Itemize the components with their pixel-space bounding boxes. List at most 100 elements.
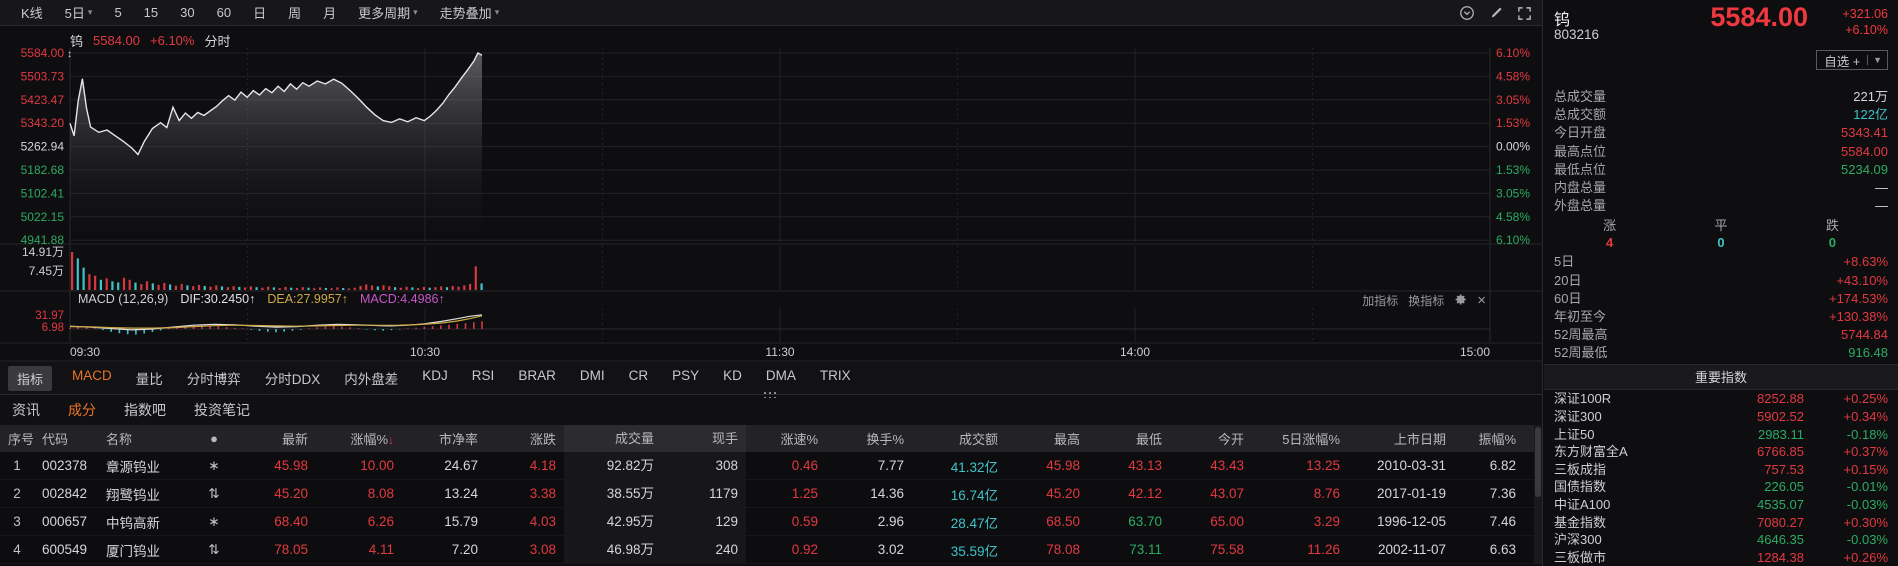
table-header-cell-●[interactable]: ●: [190, 431, 238, 446]
period-item-走势叠加[interactable]: 走势叠加▾: [429, 3, 511, 22]
index-row[interactable]: 深证100R8252.88+0.25%: [1544, 390, 1898, 408]
period-item-日[interactable]: 日: [242, 3, 277, 22]
stat-label: 内盘总量: [1554, 179, 1606, 197]
period-item-更多周期[interactable]: 更多周期▾: [347, 3, 429, 22]
table-cell: 4: [0, 542, 34, 557]
table-header-cell-序号[interactable]: 序号: [0, 429, 34, 448]
advance-decline-value: 0: [1665, 234, 1776, 251]
table-cell: 129: [662, 508, 746, 535]
table-row[interactable]: 4600549厦门钨业⇅78.054.117.203.0846.98万2400.…: [0, 536, 1542, 564]
period-item-5[interactable]: 5: [103, 5, 132, 20]
content-tab-资讯[interactable]: 资讯: [12, 400, 40, 420]
close-icon[interactable]: ×: [1477, 294, 1486, 307]
table-header-cell-涨幅%[interactable]: 涨幅%↓: [316, 429, 402, 448]
indicator-tab-量比[interactable]: 量比: [124, 368, 175, 388]
table-header-cell-最低[interactable]: 最低: [1088, 429, 1170, 448]
table-header-cell-5日涨幅%[interactable]: 5日涨幅%: [1252, 429, 1348, 448]
table-row[interactable]: 2002842翔鹭钨业⇅45.208.0813.243.3838.55万1179…: [0, 480, 1542, 508]
pen-icon[interactable]: [1489, 6, 1503, 20]
table-row[interactable]: 3000657中钨高新∗68.406.2615.794.0342.95万1290…: [0, 508, 1542, 536]
indicator-tab-DMA[interactable]: DMA: [754, 368, 808, 388]
table-header-cell-成交额[interactable]: 成交额: [912, 429, 1006, 448]
table-header-cell-振幅%[interactable]: 振幅%: [1454, 429, 1524, 448]
index-row[interactable]: 沪深3004646.35-0.03%: [1544, 531, 1898, 549]
table-header-cell-换手%[interactable]: 换手%: [826, 429, 912, 448]
indicator-tab-TRIX[interactable]: TRIX: [808, 368, 863, 388]
period-item-5日[interactable]: 5日▾: [54, 3, 104, 22]
index-row[interactable]: 深证3005902.52+0.34%: [1544, 408, 1898, 426]
drag-handle[interactable]: [763, 391, 779, 398]
stat-label: 最高点位: [1554, 143, 1606, 161]
table-header-cell-现手[interactable]: 现手: [662, 425, 746, 452]
macd-axis-label: 6.98: [42, 322, 64, 334]
index-row[interactable]: 三板做市1284.38+0.26%: [1544, 549, 1898, 566]
indicator-tab-分时博弈[interactable]: 分时博弈: [175, 368, 253, 388]
time-axis-label: 09:30: [70, 345, 100, 359]
table-header-cell-成交量[interactable]: 成交量: [564, 425, 662, 452]
table-header-cell-最高[interactable]: 最高: [1006, 429, 1088, 448]
table-header-cell-涨速%[interactable]: 涨速%: [746, 429, 826, 448]
switch-indicator-button[interactable]: 换指标: [1408, 292, 1444, 309]
index-change-pct: +0.37%: [1804, 443, 1888, 461]
indicator-tab-CR[interactable]: CR: [617, 368, 661, 388]
chevron-down-icon[interactable]: ▼: [1867, 55, 1887, 65]
range-row: 20日+43.10%: [1544, 272, 1898, 290]
pct-axis-label: 6.10%: [1496, 233, 1530, 247]
table-scrollbar[interactable]: [1534, 425, 1542, 564]
watchlist-add-button[interactable]: 自选 +▼: [1816, 50, 1888, 70]
period-item-周[interactable]: 周: [277, 3, 312, 22]
table-header-cell-市净率[interactable]: 市净率: [402, 429, 486, 448]
content-tab-成分[interactable]: 成分: [68, 400, 96, 420]
table-cell: ∗: [190, 514, 238, 530]
scrollbar-thumb[interactable]: [1535, 427, 1541, 497]
chart-canvas[interactable]: 5584.005503.735423.475343.205262.945182.…: [0, 26, 1543, 362]
indicator-tab-MACD[interactable]: MACD: [60, 368, 124, 388]
table-row[interactable]: 1002378章源钨业∗45.9810.0024.674.1892.82万308…: [0, 452, 1542, 480]
content-tab-指数吧[interactable]: 指数吧: [124, 400, 166, 420]
period-item-label: 5: [114, 5, 121, 20]
indicator-tab-RSI[interactable]: RSI: [460, 368, 507, 388]
indicator-tab-BRAR[interactable]: BRAR: [506, 368, 568, 388]
period-item-30[interactable]: 30: [169, 5, 205, 20]
index-row[interactable]: 中证A1004535.07-0.03%: [1544, 496, 1898, 514]
fullscreen-icon[interactable]: [1517, 6, 1532, 21]
range-label: 年初至今: [1554, 308, 1606, 326]
intraday-chart[interactable]: 5584.005503.735423.475343.205262.945182.…: [0, 26, 1542, 362]
volume-bar: [163, 283, 165, 290]
table-header-cell-名称[interactable]: 名称: [98, 429, 190, 448]
index-row[interactable]: 三板成指757.53+0.15%: [1544, 461, 1898, 479]
volume-bar: [250, 286, 252, 290]
period-item-60[interactable]: 60: [206, 5, 242, 20]
indicator-tab-内外盘差[interactable]: 内外盘差: [332, 368, 410, 388]
table-header-cell-代码[interactable]: 代码: [34, 429, 98, 448]
gear-icon[interactable]: [1454, 293, 1467, 309]
indicator-dropdown-icon[interactable]: [1459, 5, 1475, 21]
index-row[interactable]: 上证502983.11-0.18%: [1544, 426, 1898, 444]
table-cell: 78.08: [1006, 542, 1088, 557]
index-row[interactable]: 国债指数226.05-0.01%: [1544, 478, 1898, 496]
content-tab-投资笔记[interactable]: 投资笔记: [194, 400, 250, 420]
volume-bar: [400, 288, 402, 290]
indicator-tab-分时DDX[interactable]: 分时DDX: [253, 368, 333, 388]
indicator-tab-KDJ[interactable]: KDJ: [410, 368, 460, 388]
volume-bar: [457, 287, 459, 290]
index-row[interactable]: 东方财富全A6766.85+0.37%: [1544, 443, 1898, 461]
period-item-月[interactable]: 月: [312, 3, 347, 22]
indicator-tab-PSY[interactable]: PSY: [660, 368, 711, 388]
table-header-cell-涨跌[interactable]: 涨跌: [486, 429, 564, 448]
range-row: 52周最高5744.84: [1544, 326, 1898, 344]
table-header-cell-今开[interactable]: 今开: [1170, 429, 1252, 448]
period-item-K线[interactable]: K线: [10, 3, 54, 22]
volume-bar: [429, 288, 431, 290]
stat-value: —: [1875, 179, 1888, 197]
period-item-15[interactable]: 15: [133, 5, 169, 20]
indicator-tab-DMI[interactable]: DMI: [568, 368, 617, 388]
table-header-cell-上市日期[interactable]: 上市日期: [1348, 429, 1454, 448]
indicator-tab-KD[interactable]: KD: [711, 368, 754, 388]
macd-hist-bar: [300, 329, 302, 330]
add-indicator-button[interactable]: 加指标: [1362, 292, 1398, 309]
index-row[interactable]: 基金指数7080.27+0.30%: [1544, 514, 1898, 532]
table-header-cell-最新[interactable]: 最新: [238, 429, 316, 448]
table-cell: 7.46: [1454, 514, 1524, 529]
volume-bar: [377, 286, 379, 290]
